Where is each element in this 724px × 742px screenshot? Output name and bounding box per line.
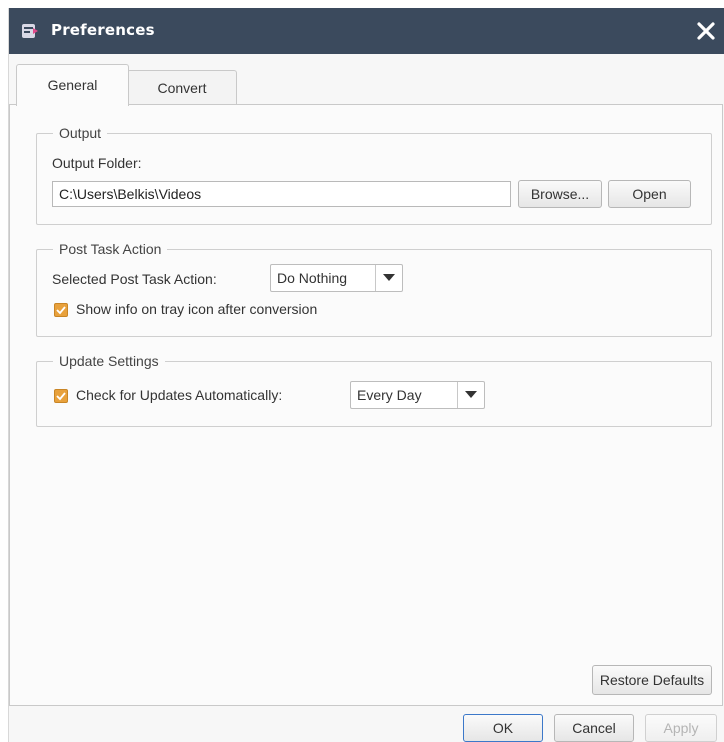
output-folder-input[interactable] bbox=[52, 181, 511, 207]
tab-convert[interactable]: Convert bbox=[127, 70, 237, 105]
auto-update-checkbox[interactable] bbox=[54, 389, 68, 403]
film-app-icon bbox=[21, 22, 39, 40]
close-icon[interactable] bbox=[693, 18, 719, 44]
browse-button[interactable]: Browse... bbox=[518, 180, 602, 208]
open-button[interactable]: Open bbox=[608, 180, 691, 208]
update-frequency-value: Every Day bbox=[357, 387, 422, 403]
window-title: Preferences bbox=[51, 21, 155, 39]
tray-info-label: Show info on tray icon after conversion bbox=[76, 301, 318, 317]
title-bar: Preferences bbox=[9, 8, 724, 54]
output-group: Output bbox=[36, 125, 712, 225]
general-tab-panel: Output Output Folder: Browse... Open Pos… bbox=[9, 104, 723, 706]
tab-strip: General Convert bbox=[9, 64, 724, 106]
update-frequency-select[interactable]: Every Day bbox=[350, 381, 485, 409]
post-task-action-label: Selected Post Task Action: bbox=[52, 271, 217, 287]
ok-button[interactable]: OK bbox=[463, 714, 543, 742]
auto-update-label: Check for Updates Automatically: bbox=[76, 387, 283, 403]
dropdown-arrow-icon bbox=[457, 382, 484, 408]
output-folder-label: Output Folder: bbox=[52, 155, 142, 171]
dropdown-arrow-icon bbox=[375, 265, 402, 291]
apply-button[interactable]: Apply bbox=[645, 714, 717, 742]
tray-info-checkbox[interactable] bbox=[54, 303, 68, 317]
post-task-action-value: Do Nothing bbox=[277, 270, 348, 286]
cancel-button[interactable]: Cancel bbox=[554, 714, 634, 742]
post-task-group-legend: Post Task Action bbox=[59, 241, 162, 257]
post-task-action-select[interactable]: Do Nothing bbox=[270, 264, 403, 292]
restore-defaults-button[interactable]: Restore Defaults bbox=[592, 665, 712, 695]
preferences-window: Preferences General Convert Output Outpu… bbox=[8, 8, 724, 742]
tab-general[interactable]: General bbox=[16, 64, 129, 106]
update-settings-group-legend: Update Settings bbox=[59, 353, 159, 369]
output-group-legend: Output bbox=[59, 125, 102, 141]
